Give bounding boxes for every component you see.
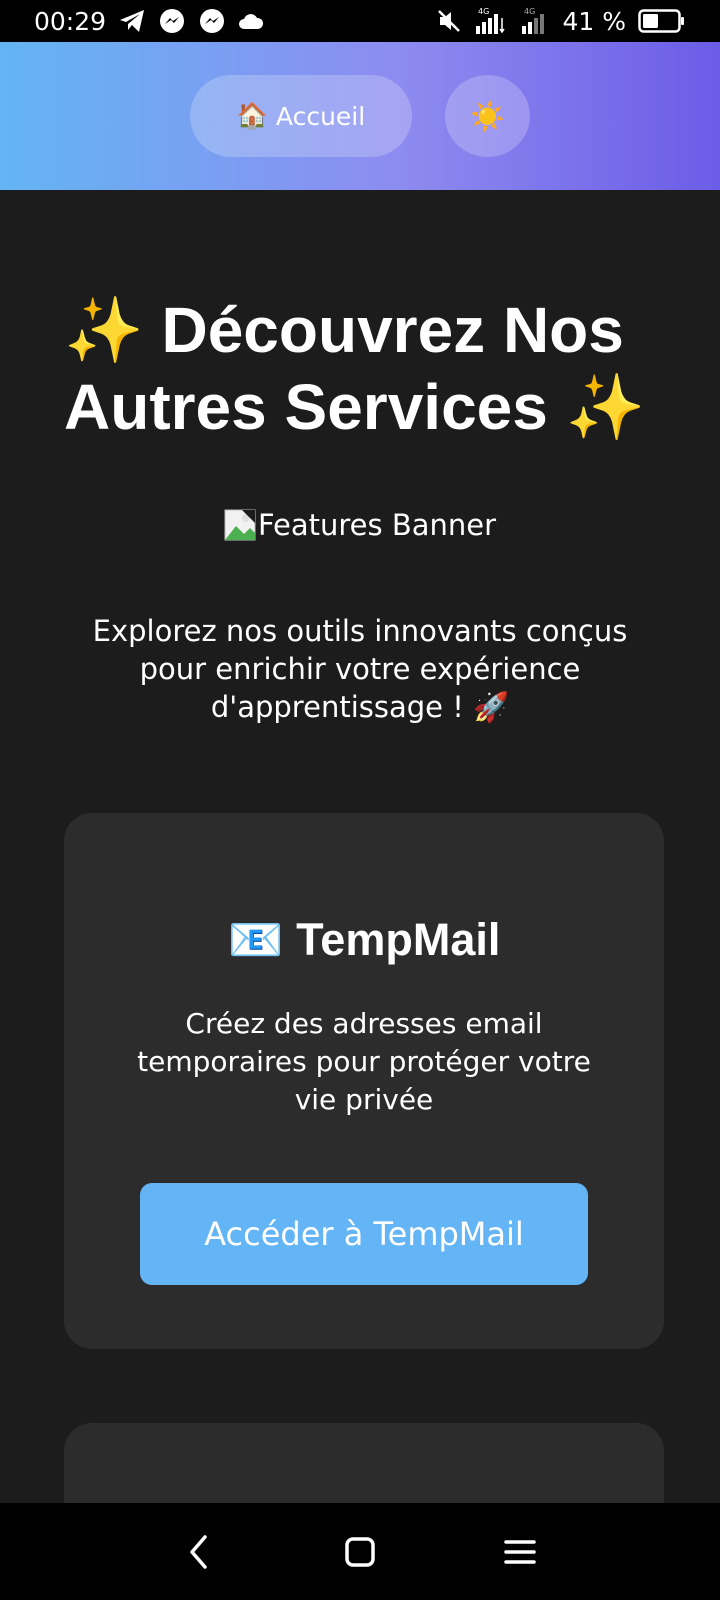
header: 🏠 Accueil ☀️ bbox=[0, 42, 720, 190]
back-icon bbox=[190, 1535, 207, 1569]
signal-icon-1: 4G bbox=[474, 6, 508, 36]
battery-percent: 41 % bbox=[562, 6, 626, 36]
messenger-icon-2 bbox=[198, 7, 226, 35]
status-left: 00:29 bbox=[34, 7, 264, 36]
banner-alt-text: Features Banner bbox=[257, 508, 497, 542]
menu-button[interactable] bbox=[497, 1529, 543, 1575]
theme-toggle-button[interactable]: ☀️ bbox=[445, 75, 530, 157]
mute-icon bbox=[436, 8, 462, 34]
navigation-bar bbox=[0, 1503, 720, 1600]
cloud-icon bbox=[238, 11, 264, 31]
status-bar: 00:29 4G 4G 41 % bbox=[0, 0, 720, 42]
status-right: 4G 4G 41 % bbox=[436, 6, 686, 36]
menu-icon bbox=[504, 1540, 536, 1564]
home-button[interactable]: 🏠 Accueil bbox=[190, 75, 412, 157]
status-time: 00:29 bbox=[34, 6, 107, 36]
home-button-label: Accueil bbox=[275, 101, 366, 131]
messenger-icon bbox=[158, 7, 186, 35]
signal-icon-2: 4G bbox=[520, 6, 550, 36]
sun-icon: ☀️ bbox=[470, 99, 505, 133]
network-label-1: 4G bbox=[478, 7, 489, 16]
screen: 00:29 4G 4G 41 % 🏠 Accueil ☀️ ✨ Découvre… bbox=[0, 0, 720, 1600]
intro-text: Explorez nos outils innovants conçus pou… bbox=[92, 614, 628, 724]
access-tempmail-button[interactable]: Accéder à TempMail bbox=[140, 1183, 588, 1285]
back-button[interactable] bbox=[176, 1529, 222, 1575]
page-title: ✨ Découvrez Nos Autres Services ✨ bbox=[64, 294, 646, 443]
telegram-icon bbox=[118, 8, 146, 34]
broken-image-icon bbox=[224, 509, 256, 541]
home-nav-button[interactable] bbox=[337, 1529, 383, 1575]
card-title: 📧 TempMail bbox=[227, 914, 501, 965]
service-card-tempmail: 📧 TempMail Créez des adresses email temp… bbox=[64, 813, 664, 1349]
home-square-icon bbox=[345, 1537, 375, 1567]
house-icon: 🏠 bbox=[236, 101, 268, 130]
battery-icon bbox=[638, 8, 686, 34]
card-description: Créez des adresses email temporaires pou… bbox=[137, 1007, 591, 1116]
network-label-2: 4G bbox=[524, 7, 535, 16]
features-banner: Features Banner bbox=[0, 508, 720, 542]
